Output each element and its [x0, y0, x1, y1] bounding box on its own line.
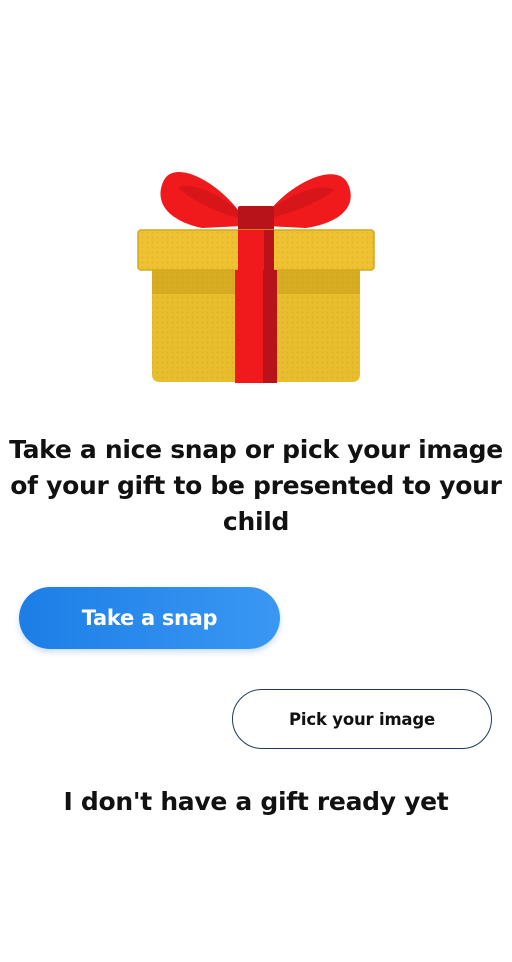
- pick-image-button[interactable]: Pick your image: [232, 689, 492, 749]
- take-snap-button[interactable]: Take a snap: [19, 587, 280, 649]
- instruction-text: Take a nice snap or pick your image of y…: [9, 435, 503, 536]
- gift-box-icon: [130, 160, 382, 392]
- no-gift-ready-link[interactable]: I don't have a gift ready yet: [0, 784, 512, 820]
